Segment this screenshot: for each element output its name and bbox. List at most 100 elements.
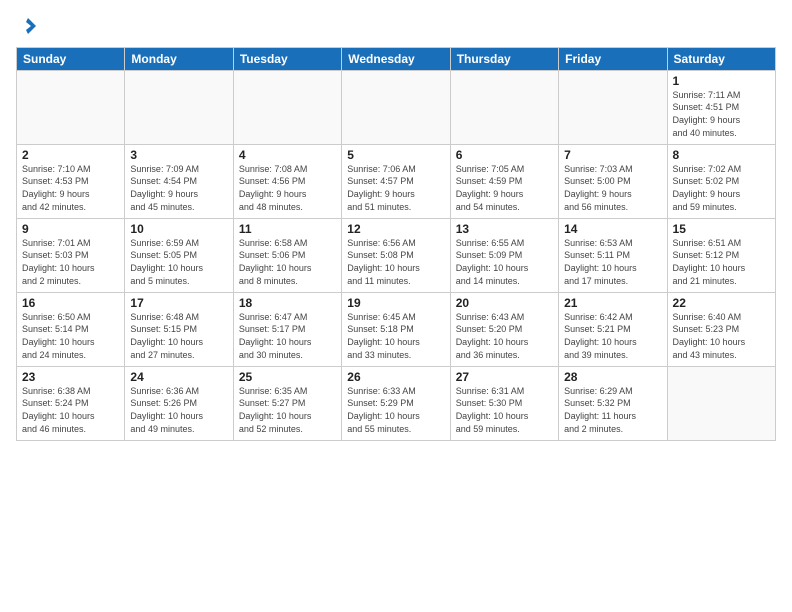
calendar-cell: 1Sunrise: 7:11 AM Sunset: 4:51 PM Daylig…: [667, 70, 775, 144]
calendar-cell: 11Sunrise: 6:58 AM Sunset: 5:06 PM Dayli…: [233, 218, 341, 292]
day-number: 26: [347, 370, 444, 384]
day-number: 22: [673, 296, 770, 310]
calendar-cell: 10Sunrise: 6:59 AM Sunset: 5:05 PM Dayli…: [125, 218, 233, 292]
calendar-week-row: 1Sunrise: 7:11 AM Sunset: 4:51 PM Daylig…: [17, 70, 776, 144]
calendar-cell: [667, 366, 775, 440]
day-number: 1: [673, 74, 770, 88]
header: [16, 12, 776, 41]
day-info: Sunrise: 6:42 AM Sunset: 5:21 PM Dayligh…: [564, 311, 661, 361]
calendar-cell: 27Sunrise: 6:31 AM Sunset: 5:30 PM Dayli…: [450, 366, 558, 440]
day-info: Sunrise: 7:01 AM Sunset: 5:03 PM Dayligh…: [22, 237, 119, 287]
day-number: 6: [456, 148, 553, 162]
day-number: 18: [239, 296, 336, 310]
calendar-cell: [342, 70, 450, 144]
calendar-cell: [559, 70, 667, 144]
day-info: Sunrise: 6:51 AM Sunset: 5:12 PM Dayligh…: [673, 237, 770, 287]
calendar-header-row: SundayMondayTuesdayWednesdayThursdayFrid…: [17, 47, 776, 70]
logo-icon: [18, 16, 38, 36]
day-number: 3: [130, 148, 227, 162]
calendar-cell: [17, 70, 125, 144]
day-number: 20: [456, 296, 553, 310]
day-number: 9: [22, 222, 119, 236]
logo: [16, 16, 38, 41]
day-info: Sunrise: 6:47 AM Sunset: 5:17 PM Dayligh…: [239, 311, 336, 361]
day-number: 21: [564, 296, 661, 310]
day-number: 7: [564, 148, 661, 162]
calendar-cell: 21Sunrise: 6:42 AM Sunset: 5:21 PM Dayli…: [559, 292, 667, 366]
page-container: SundayMondayTuesdayWednesdayThursdayFrid…: [0, 0, 792, 449]
day-number: 19: [347, 296, 444, 310]
day-number: 13: [456, 222, 553, 236]
calendar-cell: 24Sunrise: 6:36 AM Sunset: 5:26 PM Dayli…: [125, 366, 233, 440]
day-info: Sunrise: 6:43 AM Sunset: 5:20 PM Dayligh…: [456, 311, 553, 361]
calendar-header-wednesday: Wednesday: [342, 47, 450, 70]
calendar-cell: 15Sunrise: 6:51 AM Sunset: 5:12 PM Dayli…: [667, 218, 775, 292]
calendar-cell: 3Sunrise: 7:09 AM Sunset: 4:54 PM Daylig…: [125, 144, 233, 218]
day-info: Sunrise: 7:02 AM Sunset: 5:02 PM Dayligh…: [673, 163, 770, 213]
day-info: Sunrise: 7:11 AM Sunset: 4:51 PM Dayligh…: [673, 89, 770, 139]
calendar-header-sunday: Sunday: [17, 47, 125, 70]
calendar-cell: 25Sunrise: 6:35 AM Sunset: 5:27 PM Dayli…: [233, 366, 341, 440]
day-number: 15: [673, 222, 770, 236]
day-info: Sunrise: 6:59 AM Sunset: 5:05 PM Dayligh…: [130, 237, 227, 287]
calendar-cell: 28Sunrise: 6:29 AM Sunset: 5:32 PM Dayli…: [559, 366, 667, 440]
day-info: Sunrise: 6:58 AM Sunset: 5:06 PM Dayligh…: [239, 237, 336, 287]
calendar-header-thursday: Thursday: [450, 47, 558, 70]
calendar-cell: 23Sunrise: 6:38 AM Sunset: 5:24 PM Dayli…: [17, 366, 125, 440]
calendar-cell: [233, 70, 341, 144]
day-info: Sunrise: 6:56 AM Sunset: 5:08 PM Dayligh…: [347, 237, 444, 287]
day-number: 24: [130, 370, 227, 384]
day-info: Sunrise: 7:03 AM Sunset: 5:00 PM Dayligh…: [564, 163, 661, 213]
day-number: 27: [456, 370, 553, 384]
calendar-cell: 17Sunrise: 6:48 AM Sunset: 5:15 PM Dayli…: [125, 292, 233, 366]
day-number: 8: [673, 148, 770, 162]
day-info: Sunrise: 7:05 AM Sunset: 4:59 PM Dayligh…: [456, 163, 553, 213]
day-number: 5: [347, 148, 444, 162]
day-info: Sunrise: 6:31 AM Sunset: 5:30 PM Dayligh…: [456, 385, 553, 435]
calendar-cell: 6Sunrise: 7:05 AM Sunset: 4:59 PM Daylig…: [450, 144, 558, 218]
day-number: 11: [239, 222, 336, 236]
calendar-cell: 7Sunrise: 7:03 AM Sunset: 5:00 PM Daylig…: [559, 144, 667, 218]
day-number: 2: [22, 148, 119, 162]
day-info: Sunrise: 7:08 AM Sunset: 4:56 PM Dayligh…: [239, 163, 336, 213]
day-number: 17: [130, 296, 227, 310]
calendar-cell: 14Sunrise: 6:53 AM Sunset: 5:11 PM Dayli…: [559, 218, 667, 292]
calendar-week-row: 9Sunrise: 7:01 AM Sunset: 5:03 PM Daylig…: [17, 218, 776, 292]
calendar-cell: 9Sunrise: 7:01 AM Sunset: 5:03 PM Daylig…: [17, 218, 125, 292]
day-info: Sunrise: 6:45 AM Sunset: 5:18 PM Dayligh…: [347, 311, 444, 361]
day-info: Sunrise: 6:36 AM Sunset: 5:26 PM Dayligh…: [130, 385, 227, 435]
day-info: Sunrise: 7:06 AM Sunset: 4:57 PM Dayligh…: [347, 163, 444, 213]
day-info: Sunrise: 6:38 AM Sunset: 5:24 PM Dayligh…: [22, 385, 119, 435]
calendar-header-monday: Monday: [125, 47, 233, 70]
day-info: Sunrise: 6:50 AM Sunset: 5:14 PM Dayligh…: [22, 311, 119, 361]
calendar-week-row: 23Sunrise: 6:38 AM Sunset: 5:24 PM Dayli…: [17, 366, 776, 440]
calendar-header-friday: Friday: [559, 47, 667, 70]
calendar-cell: [450, 70, 558, 144]
calendar-cell: [125, 70, 233, 144]
calendar-cell: 26Sunrise: 6:33 AM Sunset: 5:29 PM Dayli…: [342, 366, 450, 440]
day-info: Sunrise: 6:53 AM Sunset: 5:11 PM Dayligh…: [564, 237, 661, 287]
day-number: 12: [347, 222, 444, 236]
day-number: 14: [564, 222, 661, 236]
calendar-cell: 16Sunrise: 6:50 AM Sunset: 5:14 PM Dayli…: [17, 292, 125, 366]
calendar-table: SundayMondayTuesdayWednesdayThursdayFrid…: [16, 47, 776, 441]
day-info: Sunrise: 7:10 AM Sunset: 4:53 PM Dayligh…: [22, 163, 119, 213]
day-info: Sunrise: 7:09 AM Sunset: 4:54 PM Dayligh…: [130, 163, 227, 213]
day-number: 4: [239, 148, 336, 162]
calendar-cell: 2Sunrise: 7:10 AM Sunset: 4:53 PM Daylig…: [17, 144, 125, 218]
day-number: 25: [239, 370, 336, 384]
day-info: Sunrise: 6:55 AM Sunset: 5:09 PM Dayligh…: [456, 237, 553, 287]
day-number: 16: [22, 296, 119, 310]
calendar-cell: 18Sunrise: 6:47 AM Sunset: 5:17 PM Dayli…: [233, 292, 341, 366]
day-number: 10: [130, 222, 227, 236]
day-info: Sunrise: 6:40 AM Sunset: 5:23 PM Dayligh…: [673, 311, 770, 361]
day-info: Sunrise: 6:48 AM Sunset: 5:15 PM Dayligh…: [130, 311, 227, 361]
calendar-week-row: 2Sunrise: 7:10 AM Sunset: 4:53 PM Daylig…: [17, 144, 776, 218]
calendar-cell: 12Sunrise: 6:56 AM Sunset: 5:08 PM Dayli…: [342, 218, 450, 292]
day-number: 28: [564, 370, 661, 384]
calendar-header-saturday: Saturday: [667, 47, 775, 70]
calendar-cell: 5Sunrise: 7:06 AM Sunset: 4:57 PM Daylig…: [342, 144, 450, 218]
calendar-cell: 4Sunrise: 7:08 AM Sunset: 4:56 PM Daylig…: [233, 144, 341, 218]
day-info: Sunrise: 6:35 AM Sunset: 5:27 PM Dayligh…: [239, 385, 336, 435]
calendar-cell: 13Sunrise: 6:55 AM Sunset: 5:09 PM Dayli…: [450, 218, 558, 292]
